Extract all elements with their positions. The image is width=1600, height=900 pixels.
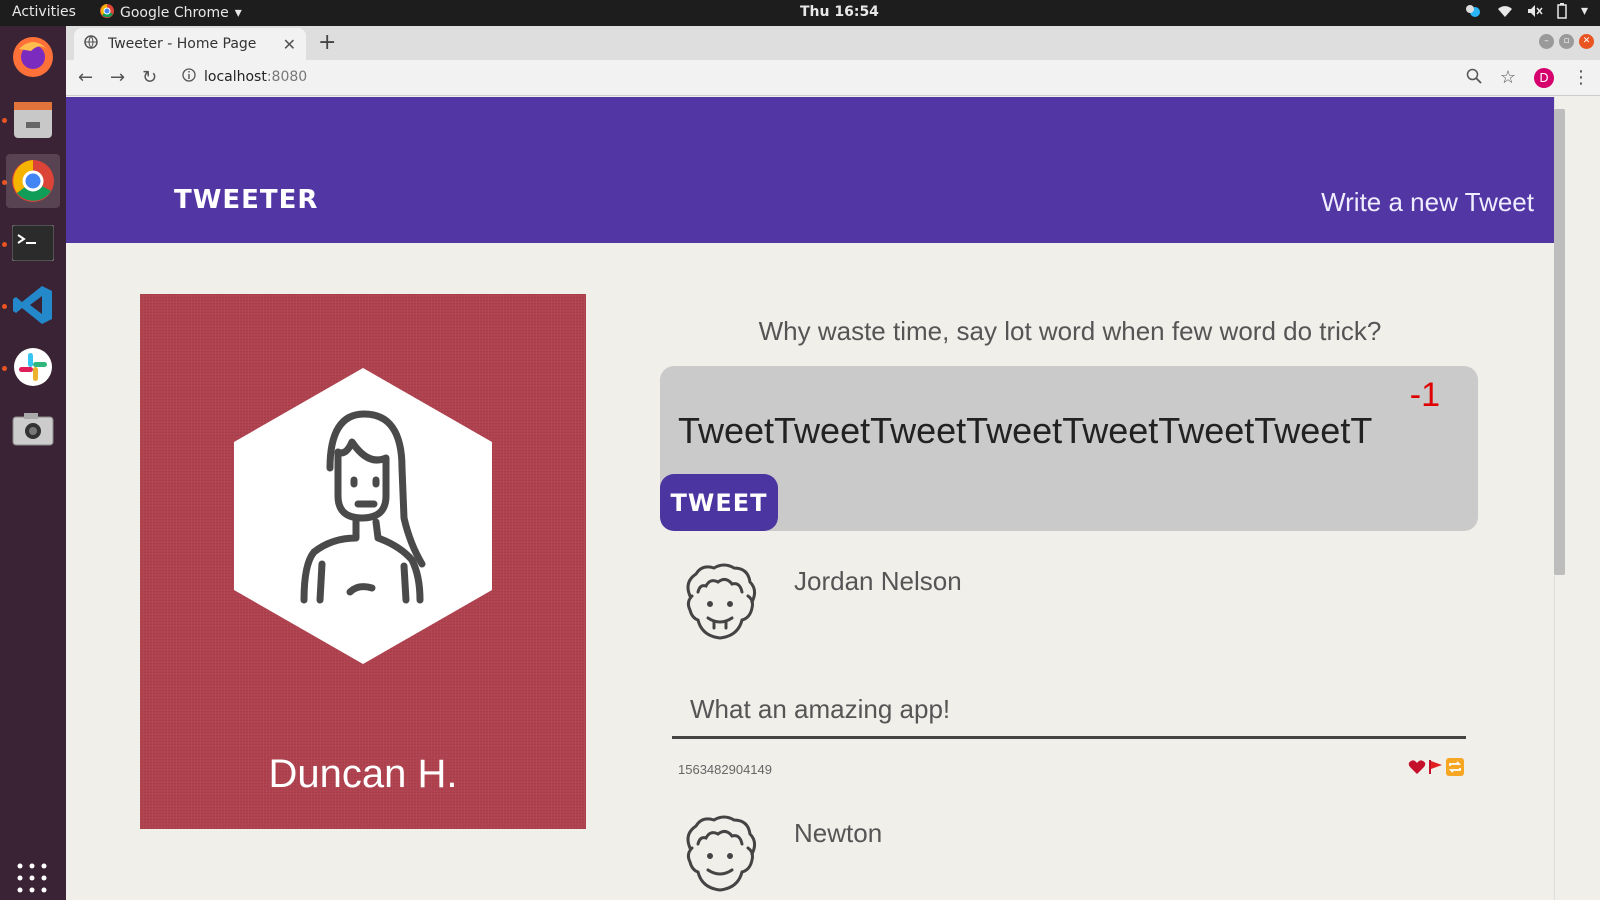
- site-header: TWEETER Write a new Tweet: [66, 97, 1554, 243]
- system-tray[interactable]: ▾: [1463, 3, 1588, 19]
- dock: [0, 26, 66, 900]
- author-avatar: [686, 563, 757, 640]
- flag-icon[interactable]: [1428, 759, 1444, 779]
- character-counter: -1: [1409, 376, 1440, 414]
- tweet-composer: -1 TweetTweetTweetTweetTweetTweetTweetT …: [660, 366, 1478, 531]
- maximize-button[interactable]: ▫: [1559, 34, 1574, 49]
- tweet-card: Newton: [660, 814, 1480, 900]
- divider: [672, 736, 1466, 739]
- app-menu-label: Google Chrome: [120, 5, 229, 21]
- globe-icon: [84, 35, 98, 53]
- terminal-launcher[interactable]: [6, 216, 60, 270]
- battery-icon: [1557, 3, 1567, 19]
- window-controls: – ▫ ✕: [1539, 34, 1594, 49]
- zoom-icon[interactable]: [1466, 68, 1482, 88]
- minimize-button[interactable]: –: [1539, 34, 1554, 49]
- profile-avatar[interactable]: D: [1534, 67, 1554, 88]
- toolbar-actions: ☆ D ⋮: [1466, 67, 1590, 88]
- chrome-launcher[interactable]: [6, 154, 60, 208]
- tweet-submit-button[interactable]: TWEET: [660, 474, 778, 531]
- tweet-textarea[interactable]: TweetTweetTweetTweetTweetTweetTweetT: [678, 410, 1372, 452]
- vscode-launcher[interactable]: [6, 278, 60, 332]
- close-tab-icon[interactable]: ✕: [283, 35, 296, 54]
- browser-window: Tweeter - Home Page ✕ + – ▫ ✕ ← → ↻ loca…: [66, 26, 1600, 900]
- profile-card: Duncan H.: [140, 294, 586, 829]
- firefox-icon: [13, 37, 53, 77]
- tab-title: Tweeter - Home Page: [108, 36, 257, 52]
- chrome-icon: [100, 4, 114, 22]
- user-avatar: [234, 368, 492, 664]
- firefox-launcher[interactable]: [6, 30, 60, 84]
- url-port: :8080: [266, 69, 308, 85]
- tab-tweeter[interactable]: Tweeter - Home Page ✕: [74, 28, 306, 60]
- tweet-author: Jordan Nelson: [794, 566, 962, 596]
- clock[interactable]: Thu 16:54: [800, 4, 879, 20]
- write-new-tweet-link[interactable]: Write a new Tweet: [1321, 187, 1534, 218]
- retweet-icon[interactable]: [1446, 758, 1464, 780]
- wifi-icon: [1497, 4, 1513, 18]
- more-menu-icon[interactable]: ⋮: [1572, 67, 1590, 88]
- files-icon: [14, 102, 52, 138]
- address-bar[interactable]: localhost:8080: [182, 68, 307, 86]
- compose-prompt: Why waste time, say lot word when few wo…: [758, 316, 1382, 346]
- tweet-timestamp: 1563482904149: [678, 762, 772, 777]
- heart-icon[interactable]: [1408, 759, 1426, 779]
- author-avatar: [686, 815, 757, 892]
- camera-launcher[interactable]: [6, 402, 60, 456]
- weather-icon: [1463, 3, 1483, 19]
- close-window-button[interactable]: ✕: [1579, 34, 1594, 49]
- volume-icon: [1527, 4, 1543, 18]
- reload-button[interactable]: ↻: [142, 67, 157, 88]
- chevron-down-icon: ▾: [1580, 3, 1588, 19]
- info-icon[interactable]: [182, 68, 196, 86]
- system-top-bar: Activities Google Chrome ▾ Thu 16:54 ▾: [0, 0, 1600, 26]
- profile-name: Duncan H.: [268, 752, 458, 796]
- web-page: TWEETER Write a new Tweet Duncan H. Why …: [66, 97, 1554, 900]
- page-scrollbar[interactable]: [1554, 97, 1600, 900]
- app-menu[interactable]: Google Chrome ▾: [100, 4, 242, 22]
- tweet-author: Newton: [794, 818, 883, 848]
- slack-launcher[interactable]: [6, 340, 60, 394]
- app-grid-icon: [17, 863, 47, 893]
- url-host: localhost: [204, 69, 267, 85]
- chevron-down-icon: ▾: [234, 5, 242, 21]
- slack-icon: [14, 348, 52, 386]
- scrollbar-thumb[interactable]: [1554, 109, 1565, 575]
- tweet-card: Jordan Nelson What an amazing app! 15634…: [660, 562, 1480, 792]
- camera-icon: [12, 413, 54, 446]
- browser-toolbar: ← → ↻ localhost:8080 ☆ D ⋮: [66, 60, 1600, 96]
- show-applications-button[interactable]: [16, 862, 48, 898]
- terminal-icon: [12, 225, 54, 261]
- tab-strip: Tweeter - Home Page ✕ + – ▫ ✕: [66, 26, 1600, 60]
- back-button[interactable]: ←: [78, 67, 93, 88]
- chrome-icon: [12, 160, 54, 202]
- vscode-icon: [13, 286, 52, 324]
- activities-button[interactable]: Activities: [12, 4, 76, 20]
- bookmark-star-icon[interactable]: ☆: [1500, 67, 1516, 88]
- tweet-body: What an amazing app!: [690, 694, 951, 724]
- forward-button[interactable]: →: [110, 67, 125, 88]
- brand-logo[interactable]: TWEETER: [174, 185, 318, 215]
- new-tab-button[interactable]: +: [318, 30, 336, 55]
- files-launcher[interactable]: [6, 92, 60, 146]
- tweet-actions: [1408, 758, 1464, 780]
